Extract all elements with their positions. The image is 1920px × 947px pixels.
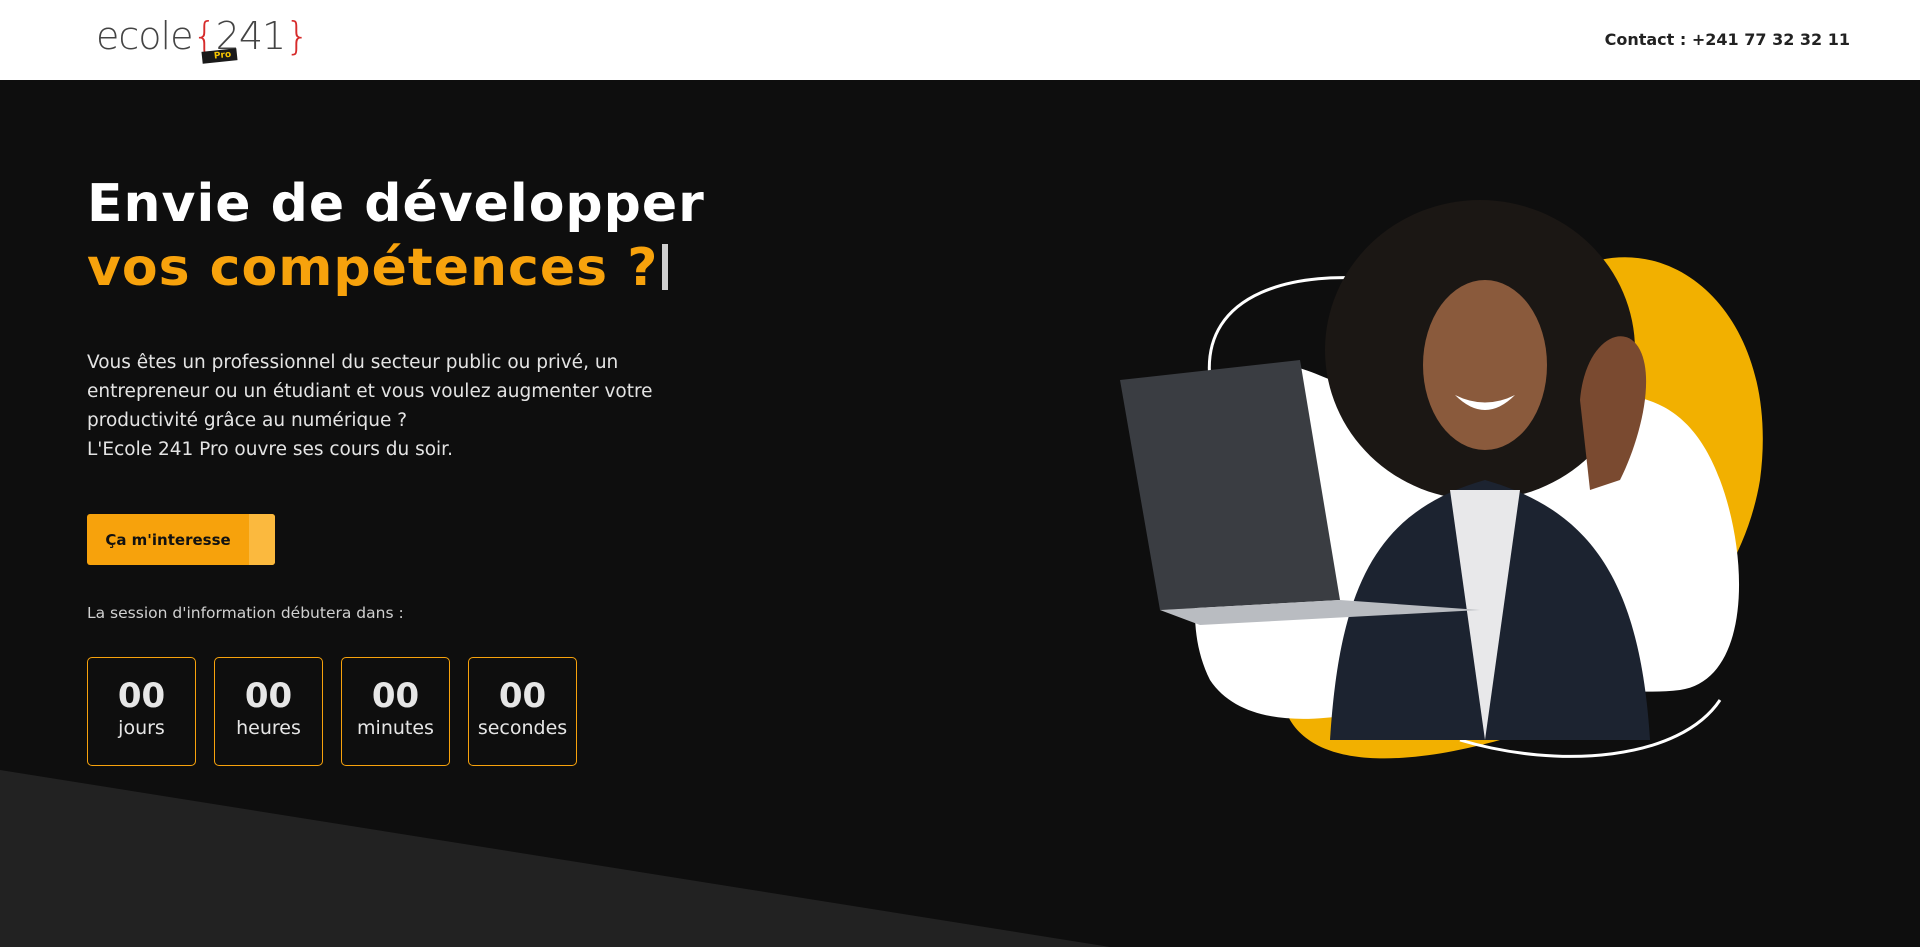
headline-line-2: vos compétences ? <box>87 238 659 298</box>
intro-line: L'Ecole 241 Pro ouvre ses cours du soir. <box>87 439 453 460</box>
countdown-seconds-unit: secondes <box>477 717 568 739</box>
logo-brace-close: } <box>285 14 309 58</box>
countdown-days-unit: jours <box>118 717 165 739</box>
countdown-seconds-value: 00 <box>498 676 547 716</box>
intro-line: productivité grâce au numérique ? <box>87 410 408 431</box>
countdown: 00 jours 00 heures 00 minutes 00 seconde… <box>87 657 577 766</box>
logo-word: ecole <box>96 14 193 58</box>
session-info-text: La session d'information débutera dans : <box>87 604 404 622</box>
hero-intro: Vous êtes un professionnel du secteur pu… <box>87 348 727 464</box>
countdown-seconds: 00 secondes <box>468 657 577 766</box>
logo-badge: Pro <box>201 48 238 64</box>
countdown-days: 00 jours <box>87 657 196 766</box>
hero-headline: Envie de développer vos compétences ? <box>87 172 705 300</box>
logo[interactable]: ecole{241} Pro <box>96 8 309 68</box>
countdown-minutes: 00 minutes <box>341 657 450 766</box>
intro-line: entrepreneur ou un étudiant et vous voul… <box>87 381 653 402</box>
typing-caret <box>662 244 669 290</box>
hero-illustration <box>1120 200 1763 759</box>
countdown-hours: 00 heures <box>214 657 323 766</box>
countdown-hours-value: 00 <box>244 676 293 716</box>
countdown-minutes-value: 00 <box>371 676 420 716</box>
headline-line-1: Envie de développer <box>87 174 705 234</box>
countdown-minutes-unit: minutes <box>357 717 434 739</box>
intro-line: Vous êtes un professionnel du secteur pu… <box>87 352 619 373</box>
contact-phone: Contact : +241 77 32 32 11 <box>1604 30 1850 49</box>
face <box>1423 280 1547 450</box>
interest-button-label: Ça m'interesse <box>105 530 231 549</box>
countdown-hours-unit: heures <box>236 717 301 739</box>
interest-button[interactable]: Ça m'interesse <box>87 514 275 565</box>
countdown-days-value: 00 <box>117 676 166 716</box>
top-bar: ecole{241} Pro Contact : +241 77 32 32 1… <box>0 0 1920 80</box>
